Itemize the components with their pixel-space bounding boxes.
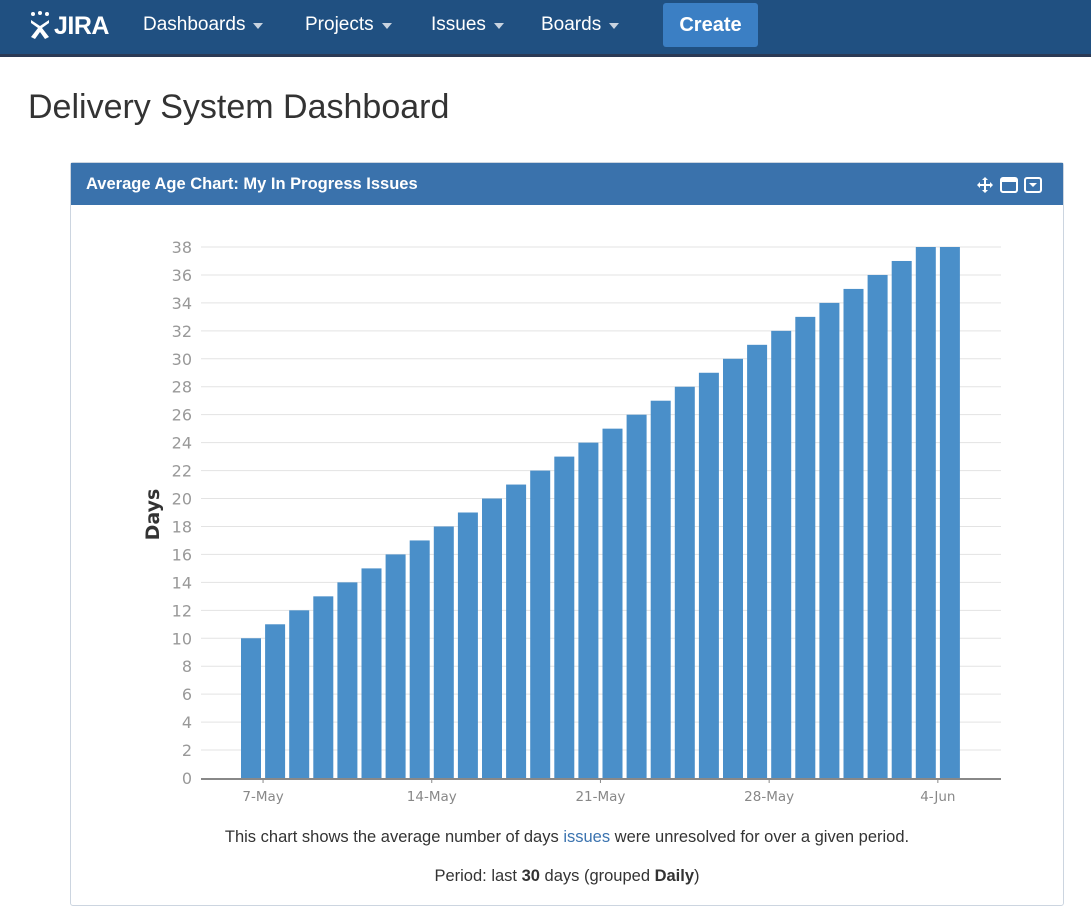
y-tick-label: 4: [182, 713, 192, 732]
bar: [313, 596, 334, 778]
bar: [771, 330, 792, 778]
period-label: Period: last: [434, 867, 522, 885]
y-tick-label: 28: [172, 378, 192, 397]
bar: [409, 540, 430, 778]
y-tick-label: 16: [172, 545, 192, 564]
bar: [385, 554, 406, 778]
bar: [867, 274, 888, 778]
period-end: ): [694, 867, 700, 885]
y-axis-label: Days: [142, 489, 164, 541]
bar: [674, 386, 695, 778]
period-mid: days (grouped: [539, 867, 655, 885]
bar: [289, 610, 310, 778]
bar: [602, 428, 623, 778]
nav-issues-label: Issues: [431, 14, 486, 35]
logo-text: JIRA: [54, 11, 109, 40]
y-tick-label: 32: [172, 322, 192, 341]
bar: [843, 288, 864, 778]
chart-description: This chart shows the average number of d…: [71, 828, 1063, 847]
bar: [578, 442, 599, 778]
bar: [698, 372, 719, 778]
bar: [747, 344, 768, 778]
caption-text: This chart shows the average number of d…: [224, 828, 564, 846]
bar: [723, 358, 743, 778]
x-tick-label: 4-Jun: [920, 789, 955, 805]
y-tick-label: 20: [172, 490, 192, 509]
y-tick-label: 8: [182, 657, 192, 676]
x-tick-label: 21-May: [575, 789, 625, 805]
y-tick-label: 24: [172, 434, 192, 453]
chevron-down-icon: [493, 23, 504, 29]
bar: [554, 456, 575, 778]
period-info: Period: last 30 days (grouped Daily): [71, 867, 1063, 886]
y-tick-label: 0: [182, 769, 192, 788]
y-tick-label: 14: [172, 573, 192, 592]
y-tick-label: 22: [172, 462, 192, 481]
bar: [530, 470, 551, 778]
y-tick-label: 2: [182, 741, 192, 760]
nav-dashboards-label: Dashboards: [143, 14, 246, 35]
top-navigation-bar: JIRA Dashboards Projects Issues Boards C…: [0, 0, 1091, 57]
bar: [915, 247, 936, 778]
period-days: 30: [521, 867, 540, 885]
x-tick-label: 14-May: [407, 789, 457, 805]
bar: [265, 624, 286, 778]
bar: [650, 400, 671, 778]
bar: [891, 260, 912, 778]
create-button[interactable]: Create: [663, 3, 758, 47]
average-age-bar-chart: 024681012141618202224262830323436387-May…: [142, 238, 1001, 805]
nav-projects-label: Projects: [305, 14, 374, 35]
y-tick-label: 36: [172, 266, 192, 285]
period-grouping: Daily: [654, 867, 695, 885]
y-tick-label: 12: [172, 601, 192, 620]
issues-link[interactable]: issues: [563, 828, 610, 846]
average-age-chart-gadget: Average Age Chart: My In Progress Issues…: [70, 162, 1064, 906]
bar: [626, 414, 647, 778]
chevron-down-icon: [253, 23, 264, 29]
bar: [361, 568, 382, 778]
y-tick-label: 30: [172, 350, 192, 369]
bar: [506, 484, 527, 778]
bar: [337, 582, 358, 778]
y-tick-label: 18: [172, 517, 192, 536]
y-tick-label: 38: [172, 238, 192, 257]
bar: [939, 247, 960, 778]
bar: [457, 512, 478, 778]
bar: [819, 302, 840, 778]
nav-projects[interactable]: Projects: [305, 14, 392, 36]
y-tick-label: 34: [172, 294, 192, 313]
x-tick-label: 7-May: [242, 789, 283, 805]
nav-dashboards[interactable]: Dashboards: [143, 14, 264, 36]
bar: [241, 638, 261, 778]
nav-boards[interactable]: Boards: [541, 14, 620, 36]
jira-logo-icon: [31, 11, 49, 39]
y-tick-label: 10: [172, 629, 192, 648]
caption-text-end: were unresolved for over a given period.: [610, 828, 910, 846]
nav-boards-label: Boards: [541, 14, 602, 35]
bar: [482, 498, 502, 778]
y-tick-label: 6: [182, 685, 192, 704]
bar: [795, 316, 816, 778]
jira-logo[interactable]: JIRA: [28, 8, 109, 44]
chevron-down-icon: [381, 23, 392, 29]
page-title: Delivery System Dashboard: [28, 88, 450, 126]
y-tick-label: 26: [172, 406, 192, 425]
nav-issues[interactable]: Issues: [431, 14, 504, 36]
bar: [433, 526, 454, 778]
chevron-down-icon: [609, 23, 620, 29]
x-tick-label: 28-May: [744, 789, 794, 805]
